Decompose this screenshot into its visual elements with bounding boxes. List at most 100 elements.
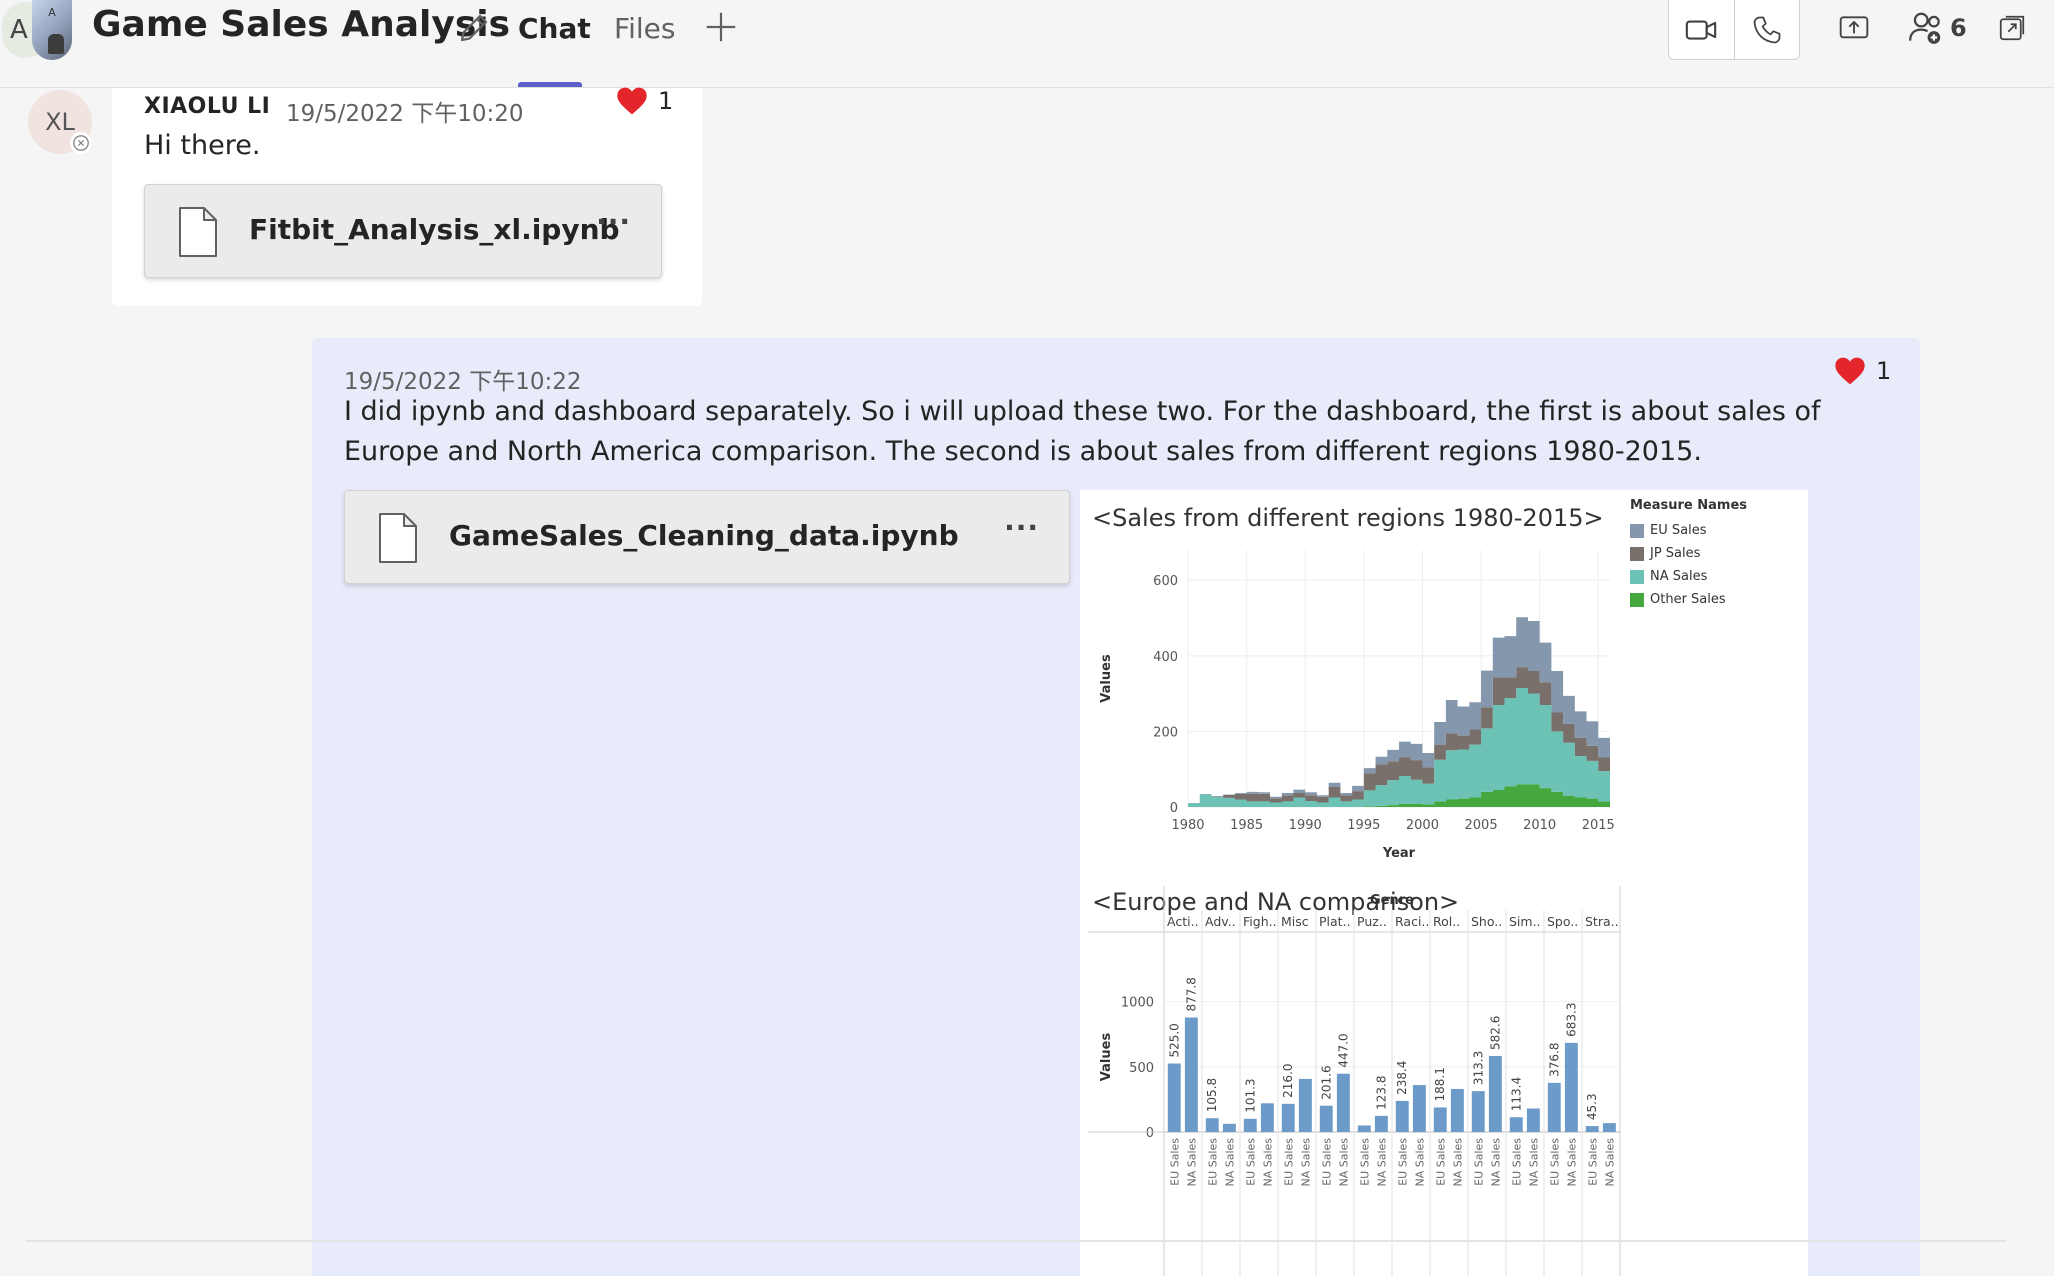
bar-data-label: 123.8 (1374, 1075, 1388, 1109)
bar-sub-label: EU Sales (1206, 1138, 1219, 1186)
bar-na-10 (1564, 1042, 1578, 1132)
category-label: Adv.. (1205, 914, 1236, 929)
bar-sub-label: NA Sales (1527, 1138, 1540, 1187)
bar-na-5 (1374, 1115, 1388, 1132)
bar-na-2 (1260, 1103, 1274, 1132)
bar-na-4 (1336, 1073, 1350, 1132)
regional-sales-area-chart: 0 200 400 600 1980 1985 1990 1995 2000 2005 2010 20… (1099, 550, 1615, 861)
bar-sub-label: NA Sales (1299, 1138, 1312, 1187)
y-tick-label: 200 (1153, 725, 1178, 740)
tab-files[interactable]: Files (614, 12, 675, 45)
group-avatar[interactable]: A A (2, 0, 72, 62)
bar-na-1 (1222, 1123, 1236, 1132)
bar-sub-label: EU Sales (1510, 1138, 1523, 1186)
x-axis-label: Year (1382, 846, 1416, 861)
status-offline-icon (70, 132, 92, 154)
avatar-initial: A (10, 15, 28, 45)
people-icon[interactable] (1906, 8, 1946, 48)
heart-reaction[interactable]: 1 (1834, 356, 1891, 386)
add-tab-icon[interactable] (702, 8, 740, 46)
bar-sub-label: NA Sales (1413, 1138, 1426, 1187)
avatar-initials: XL (45, 108, 75, 136)
compose-divider (26, 1240, 2006, 1242)
bar-sub-label: EU Sales (1548, 1138, 1561, 1186)
heart-reaction[interactable]: 1 (616, 86, 673, 116)
category-label: Acti.. (1167, 914, 1199, 929)
bar-na-3 (1298, 1078, 1312, 1132)
bar-sub-label: NA Sales (1185, 1138, 1198, 1187)
x-tick-label: 2000 (1406, 818, 1439, 833)
category-label: Puz.. (1357, 914, 1387, 929)
bar-data-label: 683.3 (1564, 1003, 1578, 1037)
bar-data-label: 188.1 (1433, 1067, 1447, 1101)
bar-eu-5 (1357, 1125, 1371, 1132)
x-tick-label: 2015 (1582, 818, 1615, 833)
bar-eu-9 (1509, 1117, 1523, 1132)
bar-na-9 (1526, 1108, 1540, 1132)
bar-eu-3 (1281, 1103, 1295, 1132)
more-options-button[interactable]: ··· (596, 205, 631, 238)
y-tick-label: 0 (1170, 801, 1178, 816)
bar-data-label: 582.6 (1488, 1016, 1502, 1050)
category-label: Sim.. (1509, 914, 1541, 929)
bar-sub-label: EU Sales (1320, 1138, 1333, 1186)
more-options-button[interactable]: ··· (1004, 511, 1039, 544)
video-call-button[interactable] (1669, 0, 1734, 59)
bar-na-11 (1602, 1123, 1616, 1132)
bar-data-label: 877.8 (1184, 977, 1198, 1011)
bar-sub-label: EU Sales (1244, 1138, 1257, 1186)
audio-call-button[interactable] (1733, 0, 1800, 59)
message-timestamp: 19/5/2022 下午10:22 (344, 369, 582, 395)
file-attachment[interactable]: GameSales_Cleaning_data.ipynb ··· (344, 490, 1070, 584)
message-bubble-own: 19/5/2022 下午10:22 1 I did ipynb and dash… (312, 338, 1920, 1276)
bar-sub-label: NA Sales (1489, 1138, 1502, 1187)
bar-eu-11 (1585, 1126, 1599, 1132)
file-attachment[interactable]: Fitbit_Analysis_xl.ipynb ··· (144, 184, 662, 278)
y-tick-label: 600 (1153, 574, 1178, 589)
category-label: Misc (1281, 914, 1309, 929)
reaction-count: 1 (1876, 357, 1892, 385)
y-tick-label: 0 (1146, 1126, 1154, 1141)
category-label: Spo.. (1547, 914, 1578, 929)
file-name: GameSales_Cleaning_data.ipynb (449, 519, 959, 552)
bar-sub-label: EU Sales (1168, 1138, 1181, 1186)
bar-sub-label: NA Sales (1451, 1138, 1464, 1187)
bar-sub-label: EU Sales (1282, 1138, 1295, 1186)
pencil-icon[interactable] (456, 10, 492, 46)
bar-data-label: 447.0 (1336, 1033, 1350, 1067)
bar-sub-label: EU Sales (1358, 1138, 1371, 1186)
dashboard-image[interactable]: <Sales from different regions 1980-2015>… (1080, 490, 1808, 1276)
message-timestamp: 19/5/2022 下午10:20 (286, 101, 524, 127)
category-label: Stra.. (1585, 914, 1619, 929)
tab-chat[interactable]: Chat (518, 12, 591, 45)
bar-na-0 (1184, 1017, 1198, 1132)
bar-eu-4 (1319, 1105, 1333, 1132)
message-bubble: XIAOLU LI 19/5/2022 下午10:20 1 Hi there. … (112, 86, 702, 306)
x-tick-label: 2010 (1523, 818, 1556, 833)
x-tick-label: 1990 (1289, 818, 1322, 833)
bar-eu-6 (1395, 1100, 1409, 1132)
bar-data-label: 105.8 (1205, 1078, 1219, 1112)
share-screen-icon[interactable] (1834, 8, 1874, 48)
video-camera-icon (1686, 19, 1717, 40)
pop-out-icon[interactable] (1992, 8, 2032, 48)
reaction-count: 1 (658, 87, 674, 115)
bar-data-label: 113.4 (1509, 1077, 1523, 1111)
bar-data-label: 45.3 (1585, 1093, 1599, 1120)
phone-icon (1753, 16, 1781, 43)
x-tick-label: 2005 (1465, 818, 1498, 833)
heart-icon (1835, 357, 1865, 385)
file-icon (179, 207, 217, 257)
message-text: I did ipynb and dashboard separately. So… (344, 396, 1821, 467)
bar-eu-1 (1205, 1118, 1219, 1132)
bar-sub-label: NA Sales (1337, 1138, 1350, 1187)
heart-icon (617, 87, 647, 115)
bar-sub-label: NA Sales (1261, 1138, 1274, 1187)
bar-data-label: 216.0 (1281, 1063, 1295, 1097)
x-tick-label: 1985 (1230, 818, 1263, 833)
bar-sub-label: NA Sales (1603, 1138, 1616, 1187)
bar-sub-label: EU Sales (1396, 1138, 1409, 1186)
bar-na-6 (1412, 1085, 1426, 1132)
bar-sub-label: EU Sales (1586, 1138, 1599, 1186)
eu-na-comparison-bar-chart: Genre 0 500 1000 Values Acti.. 525.0 EU Sales 87… (1088, 886, 1621, 1276)
